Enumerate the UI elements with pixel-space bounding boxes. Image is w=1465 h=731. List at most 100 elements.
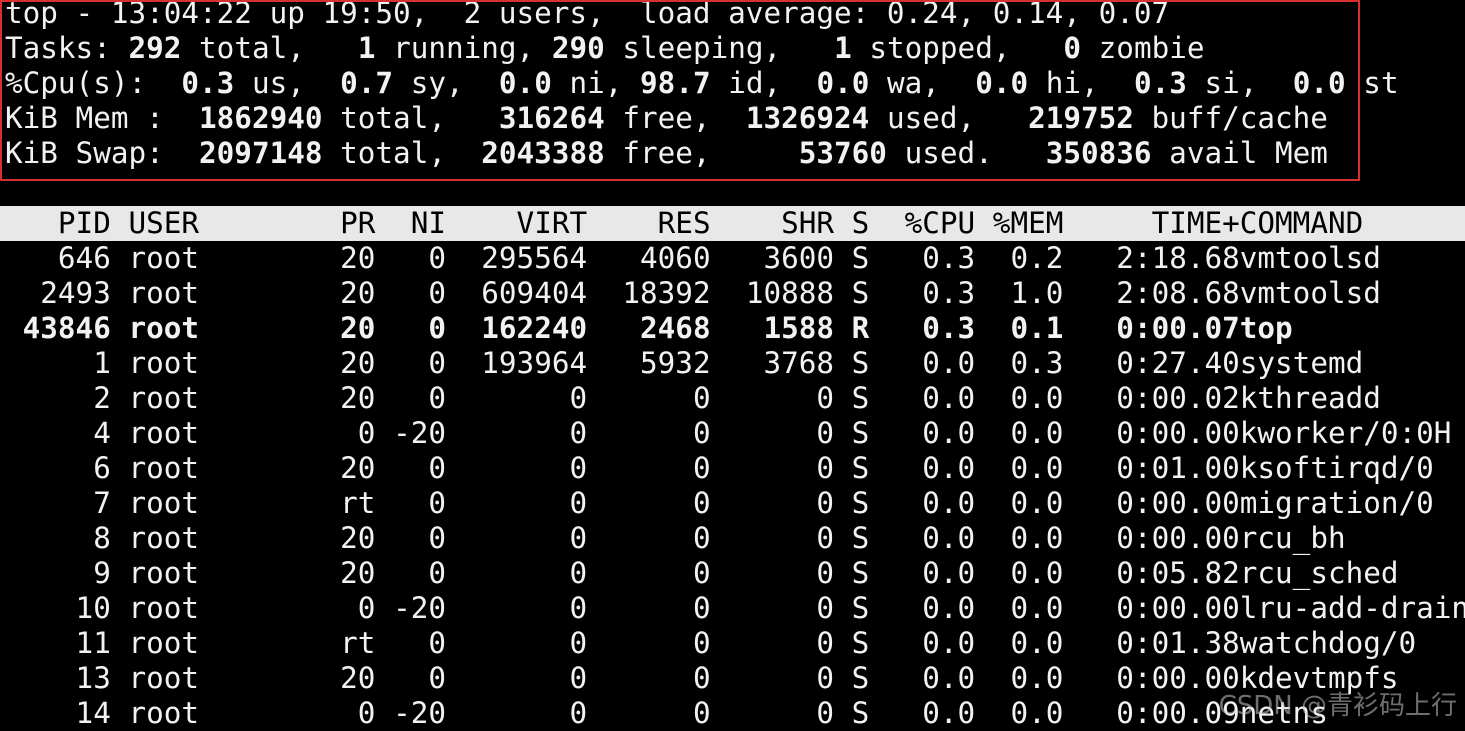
watermark: CSDN @青衫码上行: [1218, 691, 1457, 721]
cell-shr: 3768: [710, 346, 835, 380]
cell-command: systemd: [1239, 346, 1364, 380]
cell-shr: 0: [710, 521, 835, 555]
cpu-st: 0.0: [1292, 66, 1346, 100]
summary-swap-line: KiB Swap: 2097148 total, 2043388 free, 5…: [5, 136, 1328, 170]
cell-cpu: 0.0: [869, 346, 976, 380]
cell-ni: 0: [375, 311, 446, 345]
cell-res: 0: [587, 521, 711, 555]
swap-avail: 350836: [1045, 136, 1152, 170]
cell-command: lru-add-drain: [1239, 591, 1465, 625]
cell-pid: 10: [5, 591, 111, 625]
tasks-total: 292: [128, 31, 182, 65]
cell-command: rcu_bh: [1239, 521, 1346, 555]
swap-used: 53760: [798, 136, 887, 170]
cell-res: 5932: [587, 346, 711, 380]
cell-user: root: [110, 696, 288, 730]
cell-virt: 0: [446, 556, 588, 590]
cell-virt: 0: [446, 521, 588, 555]
process-row: 7 root rt 0 0 0 0 S 0.0 0.0 0:00.00migra…: [5, 486, 1434, 521]
cell-res: 0: [587, 416, 711, 450]
cell-virt: 0: [446, 696, 588, 730]
cell-ni: -20: [375, 696, 446, 730]
cell-time: 0:00.09: [1063, 696, 1240, 730]
cell-res: 0: [587, 556, 711, 590]
cell-res: 0: [587, 696, 711, 730]
column-header-shr: SHR: [710, 206, 835, 240]
cell-state: S: [834, 556, 870, 590]
cell-pr: 20: [287, 311, 376, 345]
cell-cpu: 0.0: [869, 416, 976, 450]
cell-ni: 0: [375, 451, 446, 485]
cell-shr: 1588: [710, 311, 835, 345]
cell-mem: 0.0: [975, 591, 1064, 625]
cell-mem: 0.2: [975, 241, 1064, 275]
cell-time: 0:01.38: [1063, 626, 1240, 660]
cell-user: root: [110, 486, 288, 520]
cell-ni: 0: [375, 486, 446, 520]
cell-user: root: [110, 416, 288, 450]
cell-cpu: 0.3: [869, 276, 976, 310]
cell-state: S: [834, 241, 870, 275]
cell-command: rcu_sched: [1239, 556, 1399, 590]
cell-pr: rt: [287, 486, 376, 520]
cell-pid: 9: [5, 556, 111, 590]
cell-virt: 0: [446, 381, 588, 415]
cell-shr: 0: [710, 626, 835, 660]
cell-mem: 0.0: [975, 696, 1064, 730]
cell-mem: 0.1: [975, 311, 1064, 345]
cell-pid: 14: [5, 696, 111, 730]
cell-command: ksoftirqd/0: [1239, 451, 1434, 485]
cell-mem: 0.0: [975, 626, 1064, 660]
cell-time: 0:00.00: [1063, 661, 1240, 695]
cell-res: 0: [587, 661, 711, 695]
cell-time: 0:00.00: [1063, 416, 1240, 450]
cell-mem: 0.0: [975, 416, 1064, 450]
cell-res: 0: [587, 591, 711, 625]
cell-state: S: [834, 626, 870, 660]
process-row: 1 root 20 0 193964 5932 3768 S 0.0 0.3 0…: [5, 346, 1363, 381]
summary-cpu-line: %Cpu(s): 0.3 us, 0.7 sy, 0.0 ni, 98.7 id…: [5, 66, 1399, 100]
cell-state: S: [834, 486, 870, 520]
cell-user: root: [110, 591, 288, 625]
cell-cpu: 0.0: [869, 486, 976, 520]
cell-state: S: [834, 661, 870, 695]
mem-free: 316264: [498, 101, 605, 135]
cell-cpu: 0.0: [869, 521, 976, 555]
cell-ni: 0: [375, 381, 446, 415]
cell-virt: 0: [446, 661, 588, 695]
cell-pr: 20: [287, 241, 376, 275]
cell-command: kworker/0:0H: [1239, 416, 1452, 450]
cell-time: 0:00.00: [1063, 591, 1240, 625]
cell-pid: 2493: [5, 276, 111, 310]
cpu-sy: 0.7: [340, 66, 394, 100]
cell-time: 0:00.07: [1063, 311, 1240, 345]
cell-res: 0: [587, 486, 711, 520]
cell-pr: rt: [287, 626, 376, 660]
cell-cpu: 0.0: [869, 591, 976, 625]
cell-res: 0: [587, 381, 711, 415]
cpu-si: 0.3: [1133, 66, 1187, 100]
cell-user: root: [110, 521, 288, 555]
cell-ni: 0: [375, 626, 446, 660]
cell-ni: 0: [375, 661, 446, 695]
cell-virt: 295564: [446, 241, 588, 275]
cell-cpu: 0.0: [869, 451, 976, 485]
cell-user: root: [110, 661, 288, 695]
cell-pr: 0: [287, 591, 376, 625]
cell-pid: 7: [5, 486, 111, 520]
summary-mem-line: KiB Mem : 1862940 total, 316264 free, 13…: [5, 101, 1328, 135]
cell-user: root: [110, 241, 288, 275]
cell-virt: 0: [446, 626, 588, 660]
cell-state: R: [834, 311, 870, 345]
cell-command: watchdog/0: [1239, 626, 1417, 660]
summary-uptime-line: top - 13:04:22 up 19:50, 2 users, load a…: [5, 0, 1170, 30]
tasks-zombie: 0: [1063, 31, 1082, 65]
cell-mem: 0.0: [975, 451, 1064, 485]
cell-mem: 0.3: [975, 346, 1064, 380]
column-header-time: TIME+: [1063, 206, 1240, 240]
process-row: 646 root 20 0 295564 4060 3600 S 0.3 0.2…: [5, 241, 1381, 276]
cell-virt: 0: [446, 451, 588, 485]
process-row: 10 root 0 -20 0 0 0 S 0.0 0.0 0:00.00lru…: [5, 591, 1465, 626]
cell-command: migration/0: [1239, 486, 1434, 520]
cell-virt: 193964: [446, 346, 588, 380]
